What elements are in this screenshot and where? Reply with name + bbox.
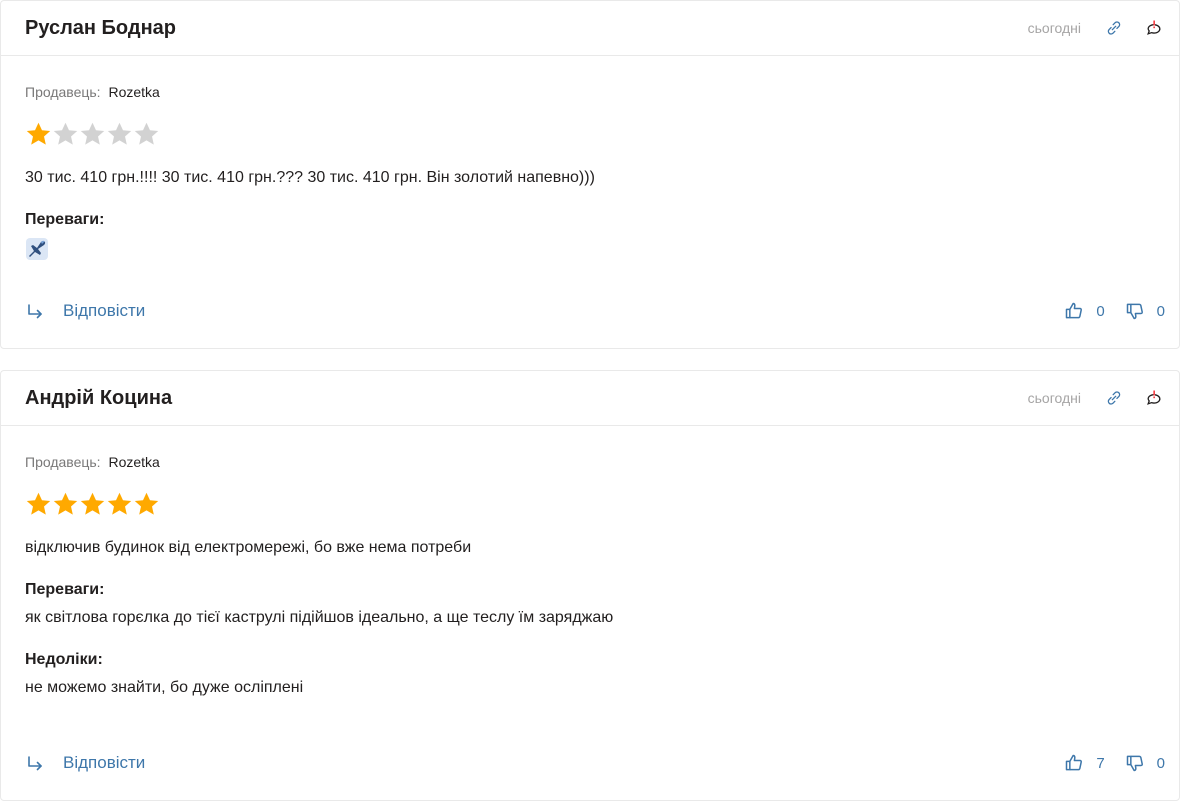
review-header-actions: сьогодні: [1028, 17, 1165, 39]
dislike-button[interactable]: 0: [1125, 301, 1165, 321]
star-filled-icon: [26, 122, 51, 145]
like-count: 7: [1096, 754, 1105, 772]
thumbs-up-icon: [1066, 754, 1083, 771]
star-filled-icon: [107, 492, 132, 515]
star-filled-icon: [134, 492, 159, 515]
thumbs-down-icon: [1126, 755, 1143, 772]
dislike-count: 0: [1156, 754, 1165, 772]
votes: 7 0: [1064, 753, 1165, 773]
like-button[interactable]: 7: [1064, 753, 1105, 773]
star-filled-icon: [26, 492, 51, 515]
dislike-button[interactable]: 0: [1125, 753, 1165, 773]
reply-arrow-icon: [28, 756, 42, 771]
pros-text: як світлова горєлка до тієї каструлі під…: [25, 609, 614, 626]
review-text: 30 тис. 410 грн.!!!! 30 тис. 410 грн.???…: [25, 169, 595, 186]
seller-label: Продавець:: [25, 84, 101, 100]
review-date: сьогодні: [1027, 20, 1081, 36]
seller-name: Rozetka: [108, 84, 160, 100]
thumbs-up-icon: [1066, 302, 1083, 319]
seller-name: Rozetka: [108, 454, 160, 470]
review-author: Андрій Коцина: [25, 386, 173, 409]
rating-stars: [25, 490, 1165, 518]
review-author: Руслан Боднар: [25, 16, 176, 39]
complain-icon[interactable]: [1143, 17, 1165, 39]
cons-title: Недоліки:: [25, 651, 103, 668]
star-empty-icon: [53, 122, 78, 145]
pros-title: Переваги:: [25, 581, 105, 598]
review-footer: Відповісти 7 0: [25, 753, 1165, 773]
dislike-count: 0: [1156, 302, 1165, 320]
link-icon[interactable]: [1103, 17, 1125, 39]
review-body: Продавець: Rozetka відключив будинок від…: [1, 426, 1179, 699]
thumbs-down-icon: [1126, 303, 1143, 320]
star-filled-icon: [80, 492, 105, 515]
reply-button[interactable]: Відповісти: [25, 753, 145, 773]
rating-stars: [25, 120, 1165, 148]
reply-button[interactable]: Відповісти: [25, 301, 145, 321]
reply-arrow-icon: [28, 304, 42, 319]
review-date: сьогодні: [1027, 390, 1081, 406]
reply-label: Відповісти: [63, 753, 146, 772]
review-header: Андрій Коцина сьогодні: [1, 371, 1179, 426]
reply-label: Відповісти: [63, 301, 146, 320]
votes: 0 0: [1064, 301, 1165, 321]
review-header: Руслан Боднар сьогодні: [1, 1, 1179, 56]
review-body: Продавець: Rozetka 30 тис. 410 грн.!!!! …: [1, 56, 1179, 265]
review-footer: Відповісти 0 0: [25, 301, 1165, 321]
link-icon[interactable]: [1103, 387, 1125, 409]
pros-content: [25, 237, 1165, 265]
star-filled-icon: [53, 492, 78, 515]
review-text: відключив будинок від електромережі, бо …: [25, 539, 472, 556]
complain-icon[interactable]: [1143, 387, 1165, 409]
review-header-actions: сьогодні: [1028, 387, 1165, 409]
star-empty-icon: [134, 122, 159, 145]
seller-label: Продавець:: [25, 454, 101, 470]
review-seller: Продавець: Rozetka: [25, 426, 1165, 472]
like-count: 0: [1096, 302, 1105, 320]
star-empty-icon: [80, 122, 105, 145]
review-card: Руслан Боднар сьогодні Продавець: Rozetk…: [0, 0, 1180, 349]
pros-title: Переваги:: [25, 211, 105, 228]
star-empty-icon: [107, 122, 132, 145]
review-seller: Продавець: Rozetka: [25, 56, 1165, 102]
airplane-emoji-icon: [25, 238, 49, 265]
like-button[interactable]: 0: [1064, 301, 1105, 321]
review-card: Андрій Коцина сьогодні Продавець: Rozetk…: [0, 370, 1180, 801]
cons-text: не можемо знайти, бо дуже осліплені: [25, 679, 304, 696]
